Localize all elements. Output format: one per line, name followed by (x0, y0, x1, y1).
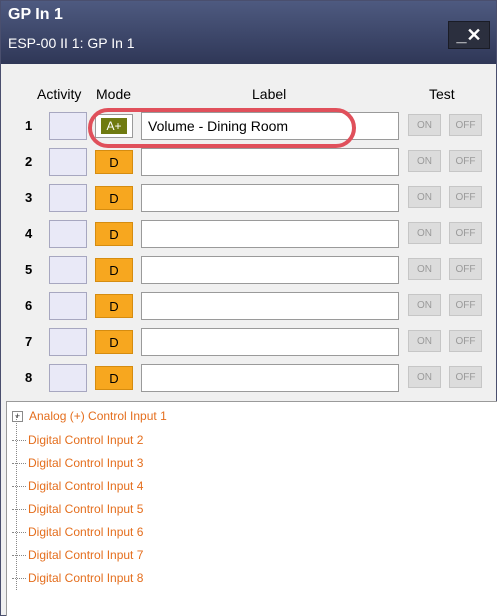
expand-icon[interactable]: + (12, 410, 23, 422)
label-highlight-annotation (88, 108, 356, 148)
tree-branch-line (12, 439, 26, 441)
input-row-8: 8 D ON OFF (1, 360, 496, 396)
minimize-close-button[interactable]: _ ✕ (448, 21, 490, 49)
input-row-6: 6 D ON OFF (1, 288, 496, 324)
tree-item-5[interactable]: Digital Control Input 5 (12, 500, 143, 518)
tree-item-1[interactable]: + Analog (+) Control Input 1 (12, 407, 167, 425)
mode-button[interactable]: D (95, 150, 133, 174)
tree-branch-line (12, 554, 26, 556)
row-number: 1 (25, 118, 33, 133)
row-number: 8 (25, 370, 33, 385)
test-on-button[interactable]: ON (408, 222, 441, 244)
tree-item-label: Digital Control Input 2 (28, 433, 144, 447)
tree-item-3[interactable]: Digital Control Input 3 (12, 454, 143, 472)
input-row-2: 2 D ON OFF (1, 144, 496, 180)
row-number: 3 (25, 190, 33, 205)
activity-indicator (49, 220, 87, 248)
minimize-icon: _ (456, 25, 467, 45)
tree-item-label: Digital Control Input 3 (28, 456, 144, 470)
activity-indicator (49, 112, 87, 140)
test-header: Test (429, 86, 455, 102)
test-on-button[interactable]: ON (408, 258, 441, 280)
test-on-button[interactable]: ON (408, 186, 441, 208)
test-on-button[interactable]: ON (408, 294, 441, 316)
tree-branch-line (12, 462, 26, 464)
activity-indicator (49, 148, 87, 176)
row-number: 5 (25, 262, 33, 277)
label-input[interactable] (141, 184, 399, 212)
test-off-button[interactable]: OFF (449, 294, 482, 316)
label-input[interactable] (141, 328, 399, 356)
row-number: 2 (25, 154, 33, 169)
mode-header: Mode (96, 86, 132, 102)
input-row-4: 4 D ON OFF (1, 216, 496, 252)
window-title: GP In 1 (8, 6, 63, 23)
row-number: 7 (25, 334, 33, 349)
tree-branch-line (12, 531, 26, 533)
test-off-button[interactable]: OFF (449, 186, 482, 208)
test-off-button[interactable]: OFF (449, 366, 482, 388)
test-off-button[interactable]: OFF (449, 222, 482, 244)
tree-item-label: Digital Control Input 7 (28, 548, 144, 562)
mode-button[interactable]: D (95, 258, 133, 282)
tree-item-label: Digital Control Input 6 (28, 525, 144, 539)
tree-item-2[interactable]: Digital Control Input 2 (12, 431, 143, 449)
label-input[interactable] (141, 220, 399, 248)
mode-button[interactable]: D (95, 222, 133, 246)
test-off-button[interactable]: OFF (449, 114, 482, 136)
tree-item-label: Digital Control Input 4 (28, 479, 144, 493)
tree-branch-line (12, 508, 26, 510)
label-input[interactable] (141, 364, 399, 392)
tree-branch-line (12, 577, 26, 579)
label-input[interactable] (141, 292, 399, 320)
tree-branch-line (12, 485, 26, 487)
tree-item-label: Digital Control Input 8 (28, 571, 144, 585)
gp-in-window: GP In 1 ESP-00 II 1: GP In 1 _ ✕ Activit… (0, 0, 497, 616)
tree-item-label: Analog (+) Control Input 1 (29, 409, 167, 423)
activity-indicator (49, 292, 87, 320)
test-on-button[interactable]: ON (408, 114, 441, 136)
label-input[interactable] (141, 148, 399, 176)
activity-indicator (49, 328, 87, 356)
tree-item-label: Digital Control Input 5 (28, 502, 144, 516)
tree-item-7[interactable]: Digital Control Input 7 (12, 546, 143, 564)
mode-button[interactable]: D (95, 294, 133, 318)
test-off-button[interactable]: OFF (449, 258, 482, 280)
mode-button[interactable]: D (95, 186, 133, 210)
test-on-button[interactable]: ON (408, 366, 441, 388)
test-off-button[interactable]: OFF (449, 150, 482, 172)
mode-button[interactable]: D (95, 330, 133, 354)
title-bar[interactable]: GP In 1 ESP-00 II 1: GP In 1 _ ✕ (1, 1, 496, 64)
input-row-3: 3 D ON OFF (1, 180, 496, 216)
input-tree: + Analog (+) Control Input 1 Digital Con… (6, 401, 497, 616)
test-on-button[interactable]: ON (408, 330, 441, 352)
input-row-7: 7 D ON OFF (1, 324, 496, 360)
label-input[interactable] (141, 256, 399, 284)
row-number: 4 (25, 226, 33, 241)
close-icon: ✕ (466, 25, 482, 45)
window-subtitle: ESP-00 II 1: GP In 1 (8, 35, 135, 51)
mode-button[interactable]: D (95, 366, 133, 390)
row-number: 6 (25, 298, 33, 313)
tree-item-8[interactable]: Digital Control Input 8 (12, 569, 143, 587)
activity-indicator (49, 184, 87, 212)
activity-header: Activity (37, 86, 82, 102)
activity-indicator (49, 256, 87, 284)
test-on-button[interactable]: ON (408, 150, 441, 172)
test-off-button[interactable]: OFF (449, 330, 482, 352)
label-header: Label (252, 86, 287, 102)
activity-indicator (49, 364, 87, 392)
tree-item-4[interactable]: Digital Control Input 4 (12, 477, 143, 495)
input-row-5: 5 D ON OFF (1, 252, 496, 288)
tree-item-6[interactable]: Digital Control Input 6 (12, 523, 143, 541)
